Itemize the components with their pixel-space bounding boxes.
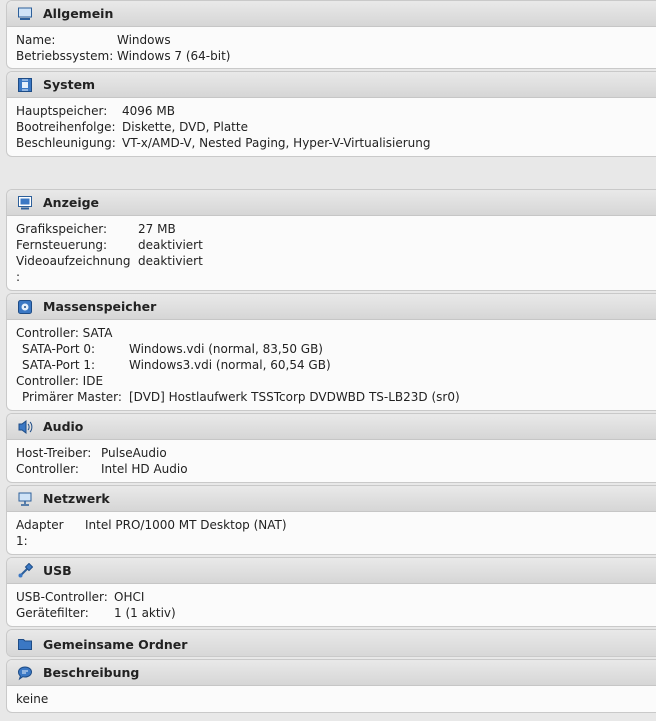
usb-controller-value: OHCI xyxy=(114,590,145,604)
network-header[interactable]: Netzwerk xyxy=(7,486,656,512)
display-title: Anzeige xyxy=(43,195,100,210)
network-title: Netzwerk xyxy=(43,491,110,506)
audio-title: Audio xyxy=(43,419,84,434)
device-filters-label: Gerätefilter: xyxy=(16,606,89,620)
storage-section: Massenspeicher Controller: SATA SATA-Por… xyxy=(6,293,656,411)
system-header[interactable]: System xyxy=(7,72,656,98)
storage-header[interactable]: Massenspeicher xyxy=(7,294,656,320)
remote-control-label: Fernsteuerung: xyxy=(16,238,108,252)
display-section: Anzeige Grafikspeicher: 27 MB Fernsteueru… xyxy=(6,189,656,291)
description-text: keine xyxy=(16,692,49,706)
name-label: Name: xyxy=(16,33,56,47)
acceleration-value: VT-x/AMD-V, Nested Paging, Hyper-V-Virtu… xyxy=(122,136,431,150)
memory-value: 4096 MB xyxy=(122,104,175,118)
general-section: Allgemein Name: Windows Betriebssystem: Wi… xyxy=(6,0,656,69)
speaker-icon xyxy=(17,419,33,435)
video-memory-value: 27 MB xyxy=(138,222,176,236)
remote-control-value: deaktiviert xyxy=(138,238,203,252)
description-section: Beschreibung keine xyxy=(6,659,656,713)
adapter-label: Adapter xyxy=(16,518,64,532)
audio-header[interactable]: Audio xyxy=(7,414,656,440)
storage-title: Massenspeicher xyxy=(43,299,157,314)
general-header[interactable]: Allgemein xyxy=(7,1,656,27)
host-driver-value: PulseAudio xyxy=(101,446,167,460)
usb-section: USB USB-Controller: OHCI Gerätefilter: 1 (… xyxy=(6,557,656,627)
audio-controller-value: Intel HD Audio xyxy=(101,462,188,476)
audio-section: Audio Host-Treiber: PulseAudio Controller… xyxy=(6,413,656,483)
ide-primary-master-label: Primärer Master: xyxy=(22,390,122,404)
audio-controller-label: Controller: xyxy=(16,462,79,476)
boot-order-label: Bootreihenfolge: xyxy=(16,120,116,134)
usb-controller-label: USB-Controller: xyxy=(16,590,108,604)
display-icon xyxy=(17,195,33,211)
sata-port-1-value[interactable]: Windows3.vdi (normal, 60,54 GB) xyxy=(129,357,331,373)
adapter-number-label: 1: xyxy=(16,534,28,548)
ide-controller-label: Controller: IDE xyxy=(16,374,104,388)
video-capture-value: deaktiviert xyxy=(138,254,203,268)
host-driver-label: Host-Treiber: xyxy=(16,446,92,460)
sata-controller-label: Controller: SATA xyxy=(16,326,113,340)
shared-folders-header[interactable]: Gemeinsame Ordner xyxy=(7,630,656,656)
acceleration-label: Beschleunigung: xyxy=(16,136,116,150)
chip-icon xyxy=(17,77,33,93)
description-header[interactable]: Beschreibung xyxy=(7,660,656,686)
network-icon xyxy=(17,491,33,507)
monitor-icon xyxy=(17,6,33,22)
shared-folders-section: Gemeinsame Ordner xyxy=(6,629,656,657)
memory-label: Hauptspeicher: xyxy=(16,104,108,118)
video-memory-label: Grafikspeicher: xyxy=(16,222,108,236)
sata-port-0-label: SATA-Port 0: xyxy=(22,342,96,356)
adapter-value[interactable]: Intel PRO/1000 MT Desktop (NAT) xyxy=(85,517,287,533)
sata-port-1-label: SATA-Port 1: xyxy=(22,358,96,372)
ide-primary-master-value[interactable]: [DVD] Hostlaufwerk TSSTcorp DVDWBD TS-LB… xyxy=(129,389,460,405)
video-capture-label-cont: : xyxy=(16,270,21,284)
name-value: Windows xyxy=(117,33,171,47)
os-label: Betriebssystem: xyxy=(16,49,114,63)
video-capture-label: Videoaufzeichnung xyxy=(16,254,131,268)
system-title: System xyxy=(43,77,96,92)
shared-folders-title: Gemeinsame Ordner xyxy=(43,636,188,652)
usb-icon xyxy=(17,562,33,579)
speech-bubble-icon xyxy=(17,665,33,681)
os-value: Windows 7 (64-bit) xyxy=(117,49,231,63)
system-section: System Hauptspeicher: 4096 MB Bootreihenf… xyxy=(6,71,656,157)
general-title: Allgemein xyxy=(43,6,114,21)
usb-header[interactable]: USB xyxy=(7,558,656,584)
device-filters-value: 1 (1 aktiv) xyxy=(114,606,176,620)
folder-icon xyxy=(17,636,33,652)
network-section: Netzwerk Adapter Intel PRO/1000 MT Deskto… xyxy=(6,485,656,555)
boot-order-value: Diskette, DVD, Platte xyxy=(122,120,248,134)
storage-icon xyxy=(17,299,33,315)
usb-title: USB xyxy=(43,563,72,578)
display-header[interactable]: Anzeige xyxy=(7,190,656,216)
sata-port-0-value[interactable]: Windows.vdi (normal, 83,50 GB) xyxy=(129,341,323,357)
description-title: Beschreibung xyxy=(43,665,140,680)
